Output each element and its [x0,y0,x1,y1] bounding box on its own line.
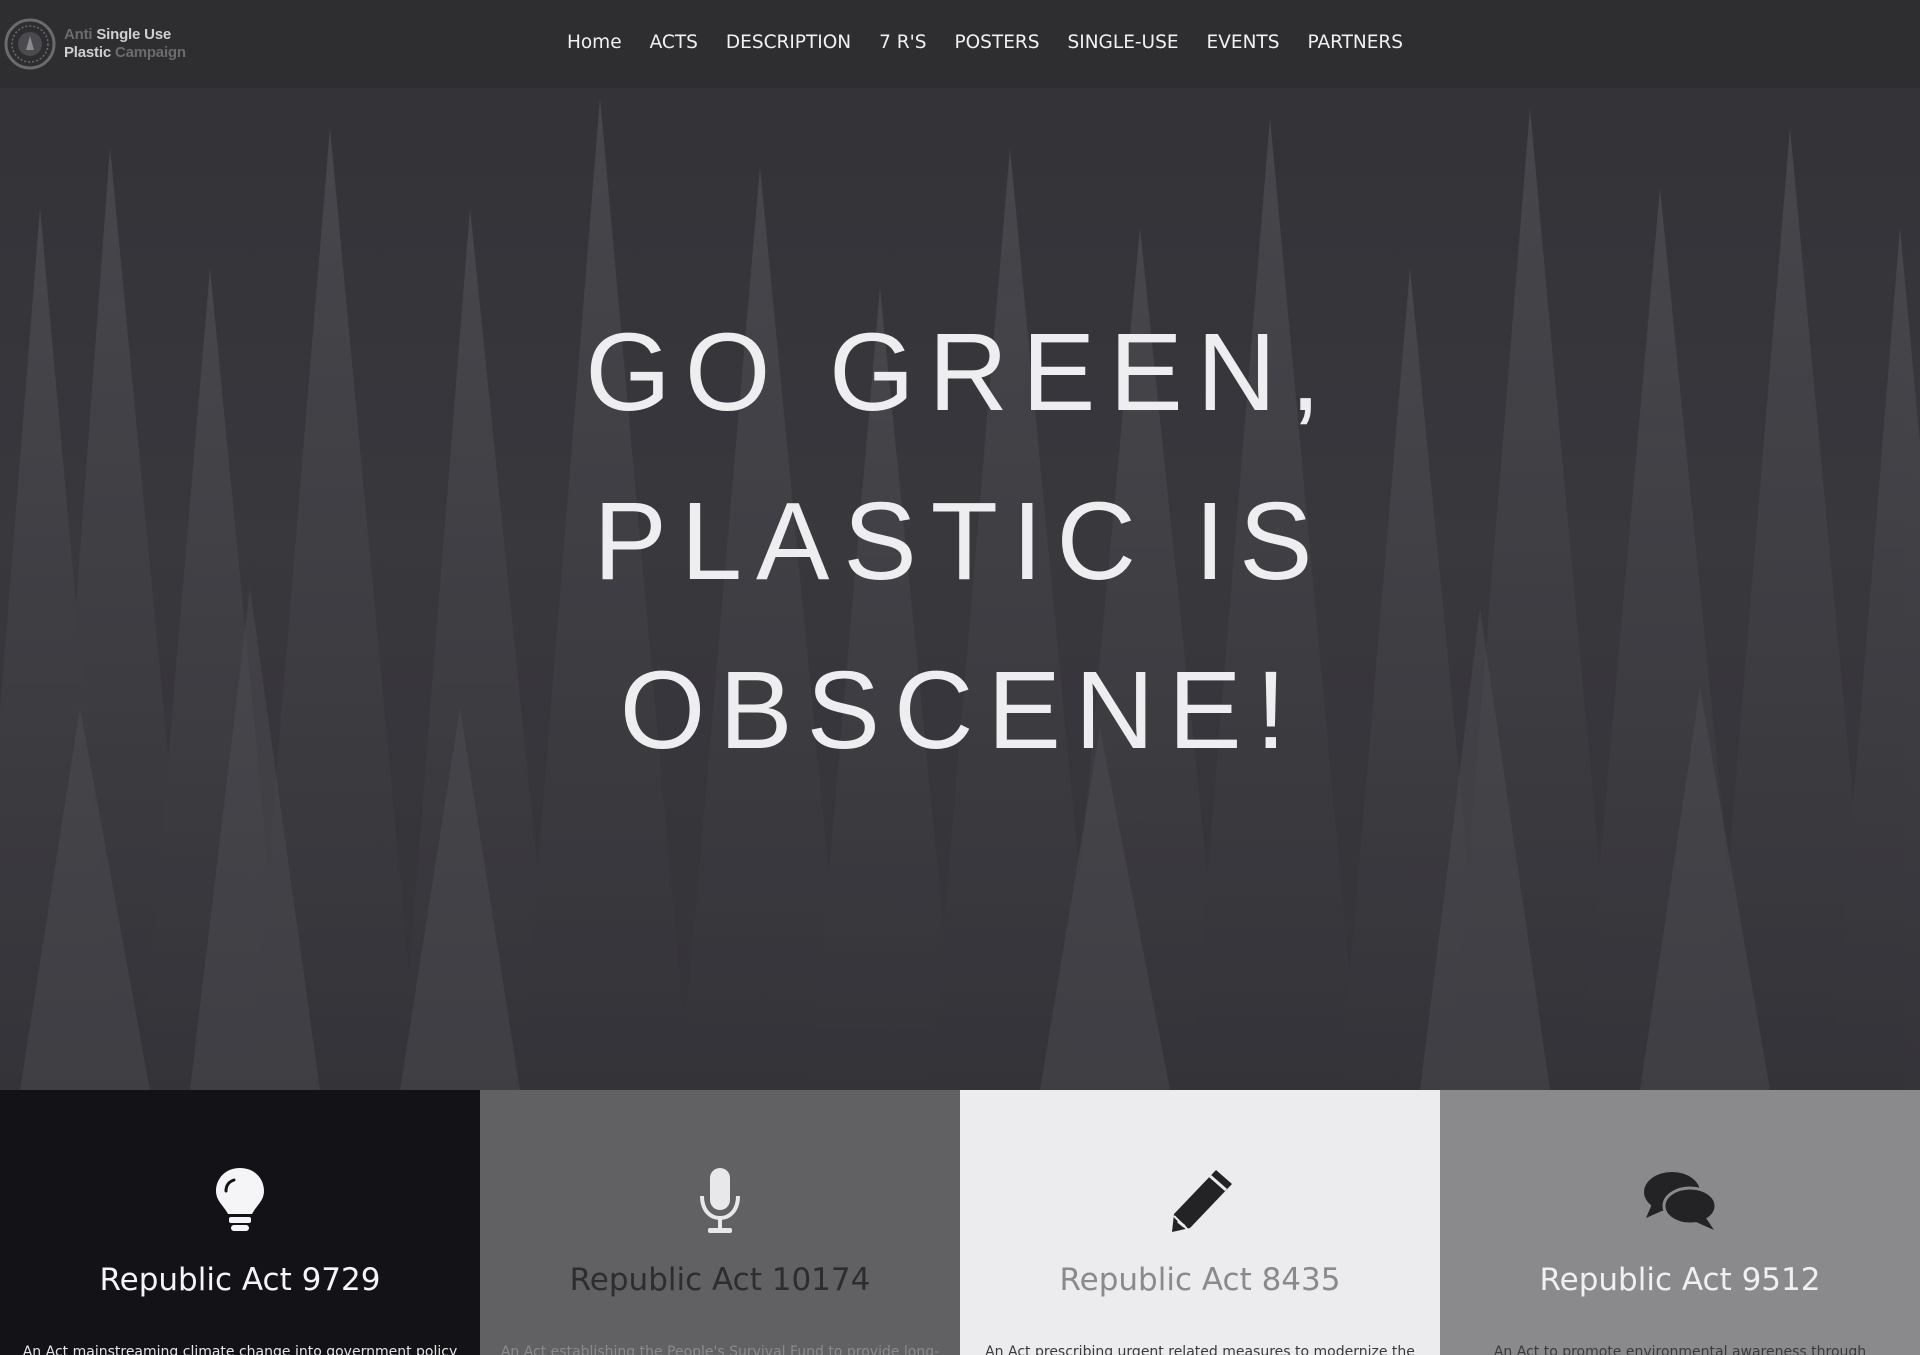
nav-item-partners[interactable]: PARTNERS [1307,32,1403,53]
nav-item-events[interactable]: EVENTS [1207,32,1280,53]
comments-icon [1644,1172,1718,1230]
main-nav: Home ACTS DESCRIPTION 7 R'S POSTERS SING… [0,0,1920,84]
nav-item-description[interactable]: DESCRIPTION [726,32,851,53]
navbar: Anti Single Use Plastic Campaign Home AC… [0,0,1920,88]
nav-item-home[interactable]: Home [567,32,622,53]
hero-line: GO GREEN, [585,311,1335,434]
hero-line: OBSCENE! [619,649,1301,772]
features-row: Republic Act 9729 An Act mainstreaming c… [0,1090,1920,1355]
feature-card-ra-9512: Republic Act 9512 An Act to promote envi… [1440,1090,1920,1355]
nav-item-acts[interactable]: ACTS [650,32,698,53]
hero-line: PLASTIC IS [593,480,1327,603]
microphone-icon [700,1168,740,1233]
feature-title: Republic Act 9512 [1539,1262,1821,1298]
hero-section: GO GREEN, PLASTIC IS OBSCENE! [0,88,1920,1090]
hero-headline: GO GREEN, PLASTIC IS OBSCENE! [0,288,1920,795]
lightbulb-icon [216,1168,264,1231]
feature-description: An Act prescribing urgent related measur… [985,1344,1415,1355]
feature-title: Republic Act 8435 [1059,1262,1341,1298]
nav-item-single-use[interactable]: SINGLE-USE [1068,32,1179,53]
feature-description: An Act mainstreaming climate change into… [22,1344,458,1355]
feature-card-ra-9729: Republic Act 9729 An Act mainstreaming c… [0,1090,480,1355]
feature-card-ra-10174: Republic Act 10174 An Act establishing t… [480,1090,960,1355]
nav-item-posters[interactable]: POSTERS [954,32,1039,53]
feature-card-ra-8435: Republic Act 8435 An Act prescribing urg… [960,1090,1440,1355]
feature-description: An Act establishing the People's Surviva… [500,1344,940,1355]
feature-title: Republic Act 10174 [569,1262,871,1298]
feature-description: An Act to promote environmental awarenes… [1493,1344,1867,1355]
feature-title: Republic Act 9729 [99,1262,381,1298]
nav-item-7-rs[interactable]: 7 R'S [879,32,926,53]
pencil-icon [1172,1170,1232,1232]
